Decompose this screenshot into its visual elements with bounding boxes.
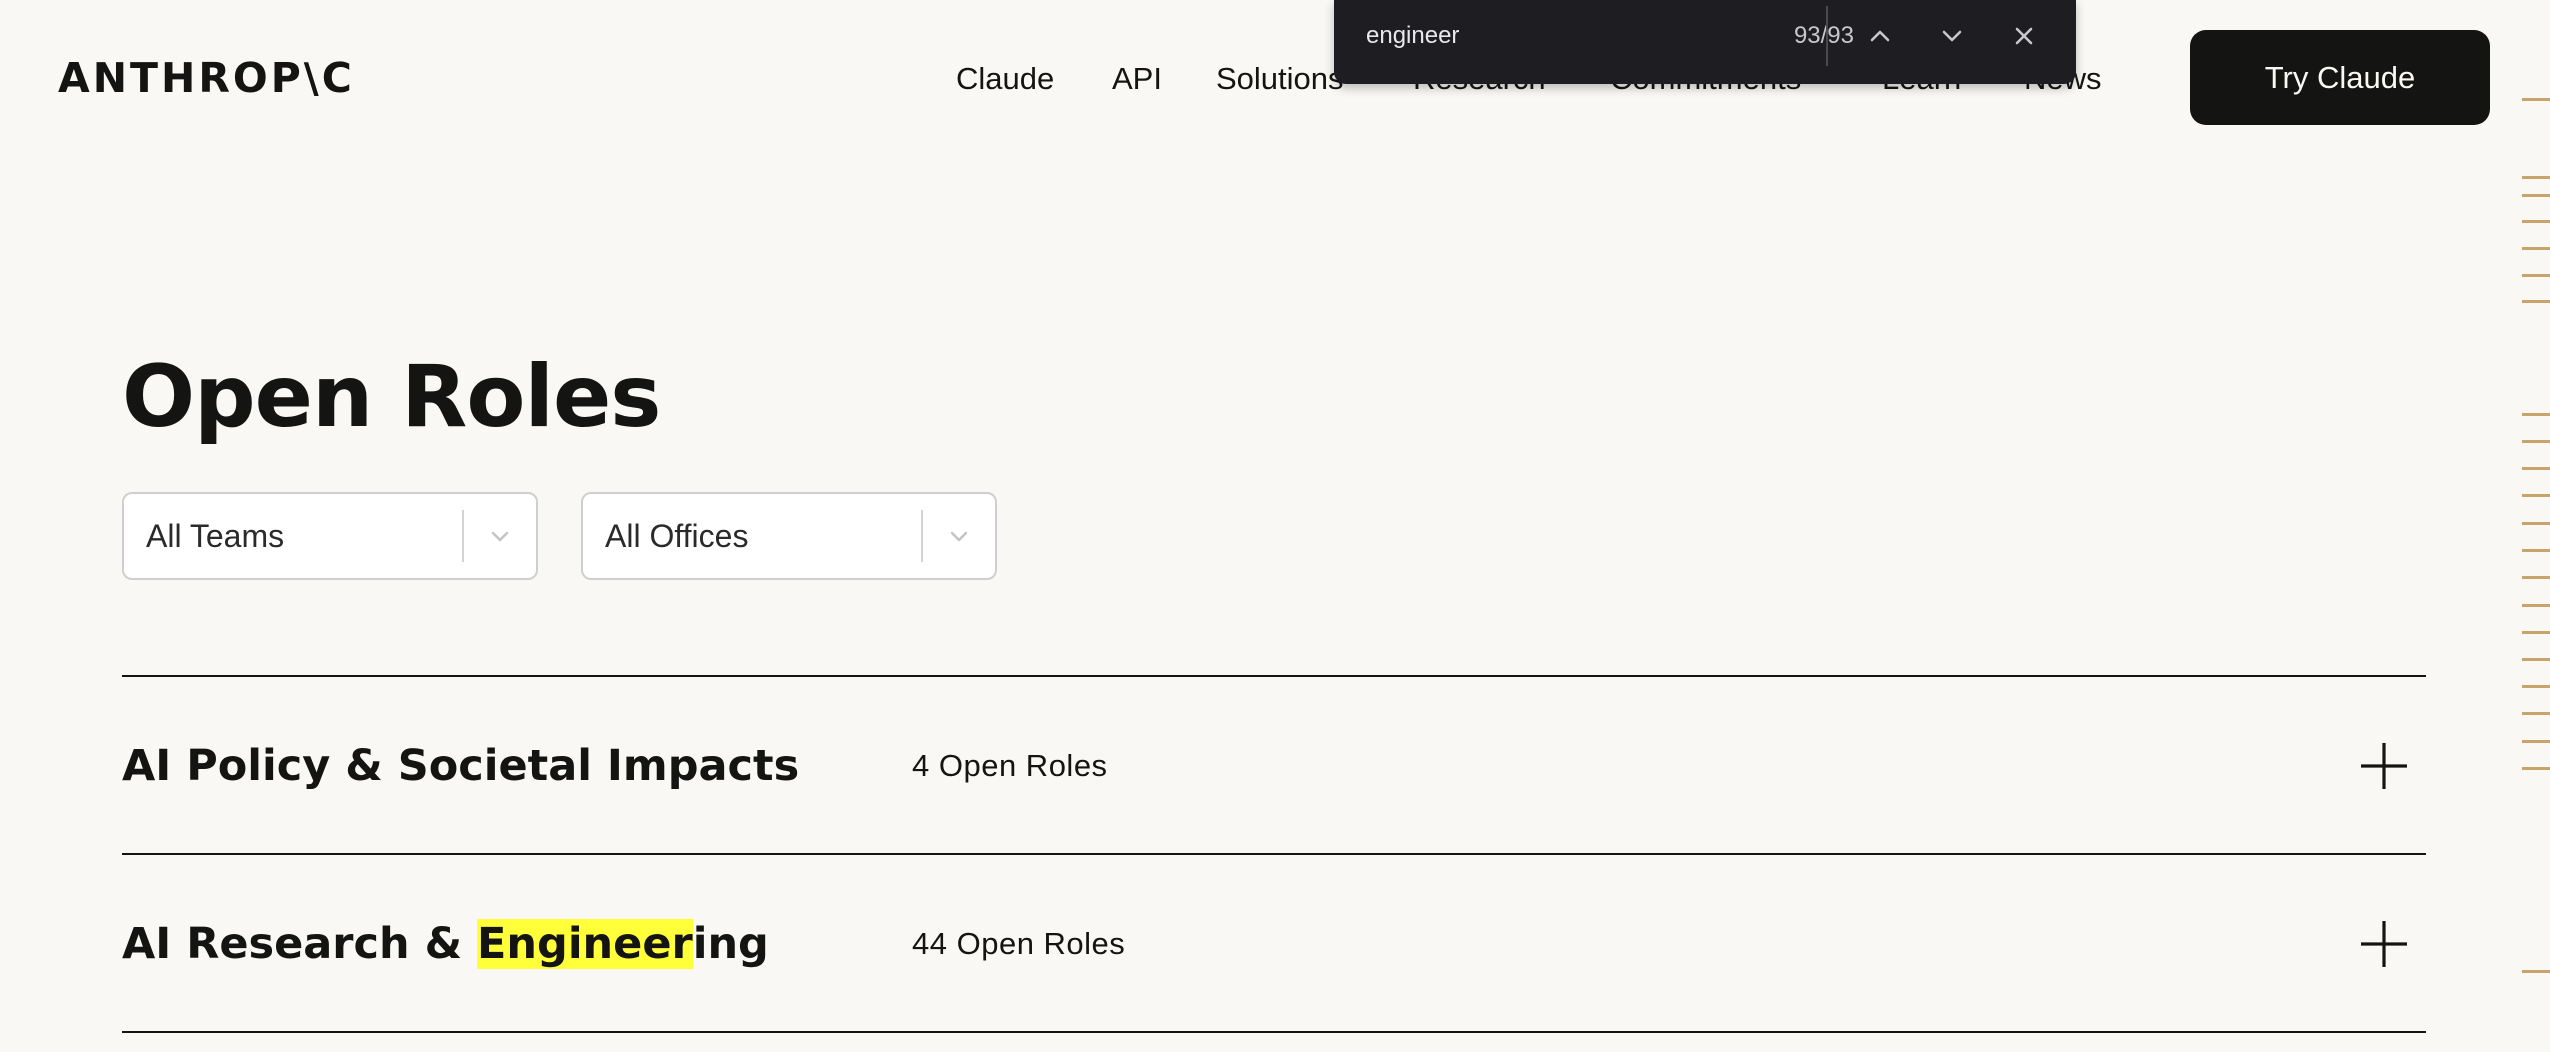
office-filter-select[interactable]: All Offices	[581, 492, 997, 580]
plus-icon[interactable]	[2358, 740, 2410, 792]
rail-tick	[2522, 413, 2550, 416]
find-match-count: 93/93	[1793, 22, 1854, 49]
rail-tick	[2522, 685, 2550, 688]
rail-tick	[2522, 494, 2550, 497]
team-filter-value: All Teams	[146, 518, 285, 554]
find-next-button[interactable]	[1930, 14, 1974, 58]
nav-api[interactable]: API	[1112, 56, 1162, 102]
page-title: Open Roles	[122, 347, 661, 447]
rail-tick	[2522, 467, 2550, 470]
search-highlight: Engineer	[477, 919, 693, 969]
find-bar-divider	[1826, 6, 1828, 66]
section-divider	[122, 1031, 2426, 1033]
rail-tick	[2522, 740, 2550, 743]
scroll-marker-rail[interactable]	[2520, 0, 2550, 1052]
close-icon	[2015, 27, 2033, 45]
plus-icon[interactable]	[2358, 918, 2410, 970]
rail-tick	[2522, 658, 2550, 661]
rail-tick	[2522, 631, 2550, 634]
try-claude-label: Try Claude	[2264, 59, 2416, 95]
team-filter-select[interactable]: All Teams	[122, 492, 538, 580]
rail-tick	[2522, 176, 2550, 179]
find-close-button[interactable]	[2002, 14, 2046, 58]
select-divider	[462, 510, 464, 562]
nav-claude[interactable]: Claude	[956, 56, 1054, 102]
rail-tick	[2522, 549, 2550, 552]
rail-tick	[2522, 300, 2550, 303]
try-claude-button[interactable]: Try Claude	[2190, 30, 2490, 125]
chevron-down-icon	[1942, 30, 1962, 42]
rail-tick	[2522, 247, 2550, 250]
rail-tick	[2522, 194, 2550, 197]
rail-tick	[2522, 220, 2550, 223]
rail-tick	[2522, 522, 2550, 525]
chevron-up-icon	[1870, 30, 1890, 42]
rail-tick	[2522, 767, 2550, 770]
rail-tick	[2522, 604, 2550, 607]
department-title: AI Policy & Societal Impacts	[122, 741, 800, 791]
nav-solutions[interactable]: Solutions	[1216, 56, 1344, 102]
chevron-down-icon	[941, 518, 977, 554]
rail-tick	[2522, 98, 2550, 101]
department-title: AI Research & Engineering	[122, 919, 769, 969]
select-divider	[921, 510, 923, 562]
department-row-ai-research[interactable]: AI Research & Engineering 44 Open Roles	[122, 856, 2426, 1032]
site-header: ANTHROP\C Claude API Solutions Research …	[0, 0, 2550, 160]
rail-tick	[2522, 274, 2550, 277]
open-roles-count: 44 Open Roles	[912, 926, 1126, 961]
find-previous-button[interactable]	[1858, 14, 1902, 58]
section-divider	[122, 853, 2426, 855]
rail-tick	[2522, 576, 2550, 579]
office-filter-value: All Offices	[605, 518, 749, 554]
rail-tick	[2522, 440, 2550, 443]
find-in-page-bar: 93/93	[1334, 0, 2076, 84]
chevron-down-icon	[482, 518, 518, 554]
open-roles-count: 4 Open Roles	[912, 748, 1108, 783]
section-divider	[122, 675, 2426, 677]
find-input[interactable]	[1366, 18, 1696, 54]
rail-tick	[2522, 712, 2550, 715]
department-row-ai-policy[interactable]: AI Policy & Societal Impacts 4 Open Role…	[122, 678, 2426, 854]
rail-tick	[2522, 970, 2550, 973]
